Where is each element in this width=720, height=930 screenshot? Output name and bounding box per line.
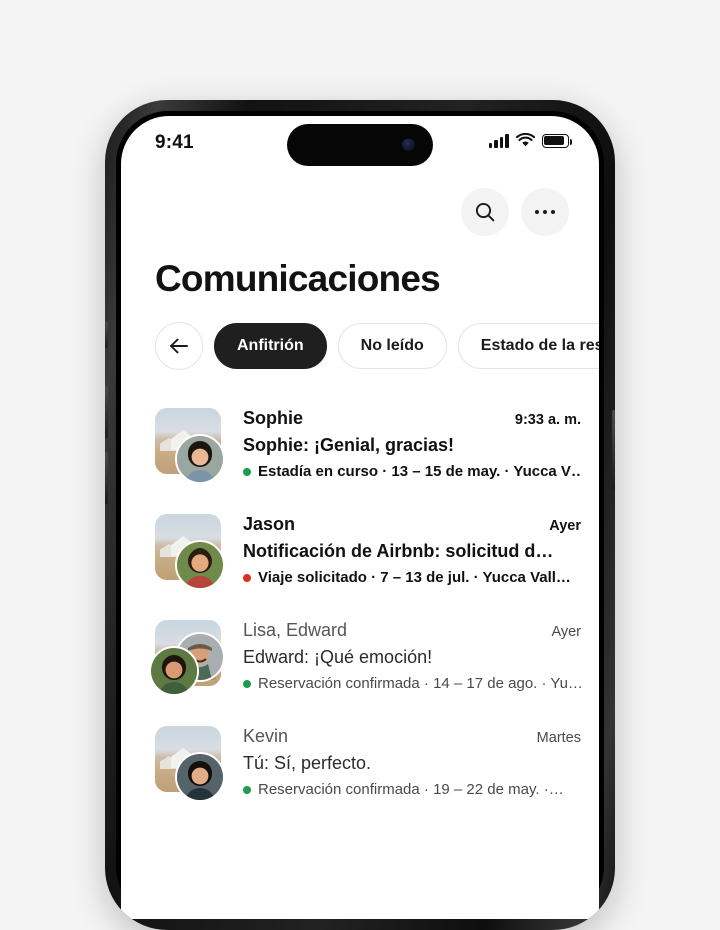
conversation-thumbnail [155,406,225,484]
status-bar: 9:41 [121,116,599,176]
conversation-preview: Tú: Sí, perfecto. [243,753,372,773]
mute-switch-button[interactable] [105,322,108,348]
phone-device-frame: 9:41 Comunicaciones Anfitrión No leído E… [105,100,615,930]
conversation-status-text: Estadía en curso · 13 – 15 de may. · Yuc… [258,463,581,480]
conversation-content: Kevin Martes Tú: Sí, perfecto. Reservaci… [243,724,581,798]
conversation-status: Estadía en curso · 13 – 15 de may. · Yuc… [243,463,581,480]
avatar [175,434,225,484]
conversation-time: Martes [536,730,581,746]
front-camera-icon [402,138,415,152]
avatar-image [177,542,223,588]
conversation-preview: Sophie: ¡Genial, gracias! [243,435,455,455]
search-button[interactable] [461,188,509,236]
conversation-time: Ayer [549,518,581,534]
status-bar-time: 9:41 [155,132,194,153]
avatar [175,540,225,590]
conversation-time: Ayer [551,624,581,640]
conversation-status-text: Reservación confirmada · 14 – 17 de ago.… [258,675,581,692]
conversation-status-text: Viaje solicitado · 7 – 13 de jul. · Yucc… [258,569,571,586]
volume-up-button[interactable] [105,386,108,438]
conversation-thumbnail [155,512,225,590]
conversation-status: Viaje solicitado · 7 – 13 de jul. · Yucc… [243,569,581,586]
volume-down-button[interactable] [105,452,108,504]
back-arrow-icon [170,338,188,354]
conversation-row-lisa-edward[interactable]: Lisa, Edward Ayer Edward: ¡Qué emoción! … [121,604,599,710]
dynamic-island [287,124,433,166]
header-actions [121,176,599,236]
conversation-preview: Notificación de Airbnb: solicitud d… [243,541,554,561]
conversation-content: Lisa, Edward Ayer Edward: ¡Qué emoción! … [243,618,581,692]
more-options-icon [534,209,556,215]
conversation-content: Jason Ayer Notificación de Airbnb: solic… [243,512,581,586]
phone-screen: 9:41 Comunicaciones Anfitrión No leído E… [121,116,599,919]
conversation-status-text: Reservación confirmada · 19 – 22 de may.… [258,781,564,798]
conversation-row-sophie[interactable]: Sophie 9:33 a. m. Sophie: ¡Genial, graci… [121,392,599,498]
conversation-status: Reservación confirmada · 19 – 22 de may.… [243,781,581,798]
avatar [175,752,225,802]
conversation-status: Reservación confirmada · 14 – 17 de ago.… [243,675,581,692]
conversation-name: Sophie [243,408,304,428]
power-button[interactable] [612,410,615,490]
filter-chip-bar: Anfitrión No leído Estado de la reservac… [121,300,599,370]
avatar [149,646,199,696]
avatar-image [177,754,223,800]
conversation-thumbnail [149,618,225,696]
page-title: Comunicaciones [155,258,441,299]
status-dot-green [243,679,251,688]
more-options-button[interactable] [521,188,569,236]
status-bar-icons [488,133,572,148]
avatar-image [177,436,223,482]
conversation-content: Sophie 9:33 a. m. Sophie: ¡Genial, graci… [243,406,581,480]
conversation-time: 9:33 a. m. [514,412,581,428]
status-dot-green [243,467,251,476]
conversation-row-jason[interactable]: Jason Ayer Notificación de Airbnb: solic… [121,498,599,604]
filter-chip-no-leido[interactable]: No leído [337,323,447,369]
conversation-name: Lisa, Edward [243,620,348,640]
filter-chip-estado-reservacion[interactable]: Estado de la reservación [457,323,599,369]
conversation-list: Sophie 9:33 a. m. Sophie: ¡Genial, graci… [121,392,599,816]
filter-chip-anfitrion[interactable]: Anfitrión [214,323,327,369]
back-button[interactable] [155,322,203,370]
search-icon [475,202,495,222]
conversation-name: Jason [243,514,296,534]
battery-icon [542,133,572,148]
cellular-signal-icon [488,133,509,148]
conversation-name: Kevin [243,726,289,746]
status-dot-green [243,785,251,794]
status-dot-red [243,573,251,582]
conversation-thumbnail [155,724,225,802]
conversation-preview: Edward: ¡Qué emoción! [243,647,433,667]
wifi-icon [516,133,535,147]
avatar-image [151,648,197,694]
phone-bezel: 9:41 Comunicaciones Anfitrión No leído E… [116,111,604,919]
conversation-row-kevin[interactable]: Kevin Martes Tú: Sí, perfecto. Reservaci… [121,710,599,816]
